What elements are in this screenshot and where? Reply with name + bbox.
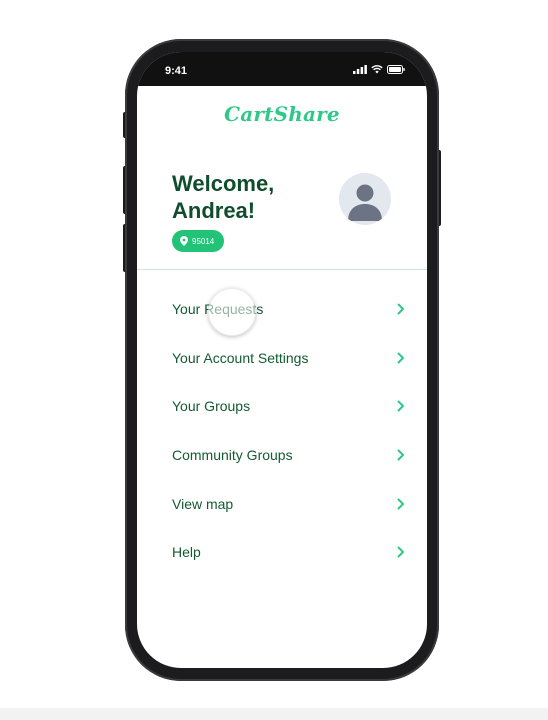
touch-indicator [208,288,256,336]
menu-item-view-map[interactable]: View map [137,485,427,525]
chevron-right-icon [397,546,404,558]
chevron-right-icon [397,400,404,412]
chevron-right-icon [397,303,404,315]
zip-code: 95014 [192,236,215,246]
chevron-right-icon [397,498,404,510]
status-time: 9:41 [165,65,188,77]
menu-item-account-settings[interactable]: Your Account Settings [137,339,427,379]
menu-item-help[interactable]: Help [137,533,427,573]
welcome-heading: Welcome, Andrea! [172,170,342,224]
avatar-silhouette [348,184,382,221]
wifi-icon [371,65,383,74]
menu-item-label: Community Groups [172,447,293,463]
location-badge[interactable]: 95014 [172,230,225,252]
app-logo: CartShare [224,102,340,126]
page-bottom-strip [0,708,548,720]
phone-screen: 9:41 CartShare Welcome, Andrea! 95014 Yo… [137,52,427,668]
chevron-right-icon [397,449,404,461]
header-divider [137,269,427,270]
menu-item-label: Help [172,544,201,560]
greeting-line-1: Welcome, [172,171,275,196]
user-avatar-icon[interactable] [339,173,391,225]
battery-icon [387,65,405,74]
status-icons [353,65,405,74]
menu-item-label: Your Account Settings [172,350,309,366]
cellular-signal-icon [353,65,367,74]
greeting-line-2: Andrea! [172,198,256,223]
map-pin-icon [180,236,188,246]
menu-item-label: Your Groups [172,398,251,414]
menu-item-community-groups[interactable]: Community Groups [137,436,427,476]
notch [213,52,351,76]
menu-item-your-requests[interactable]: Your Requests [137,290,427,330]
menu-item-your-groups[interactable]: Your Groups [137,387,427,427]
menu-item-label: View map [172,496,234,512]
chevron-right-icon [397,352,404,364]
status-bar: 9:41 [137,52,427,86]
